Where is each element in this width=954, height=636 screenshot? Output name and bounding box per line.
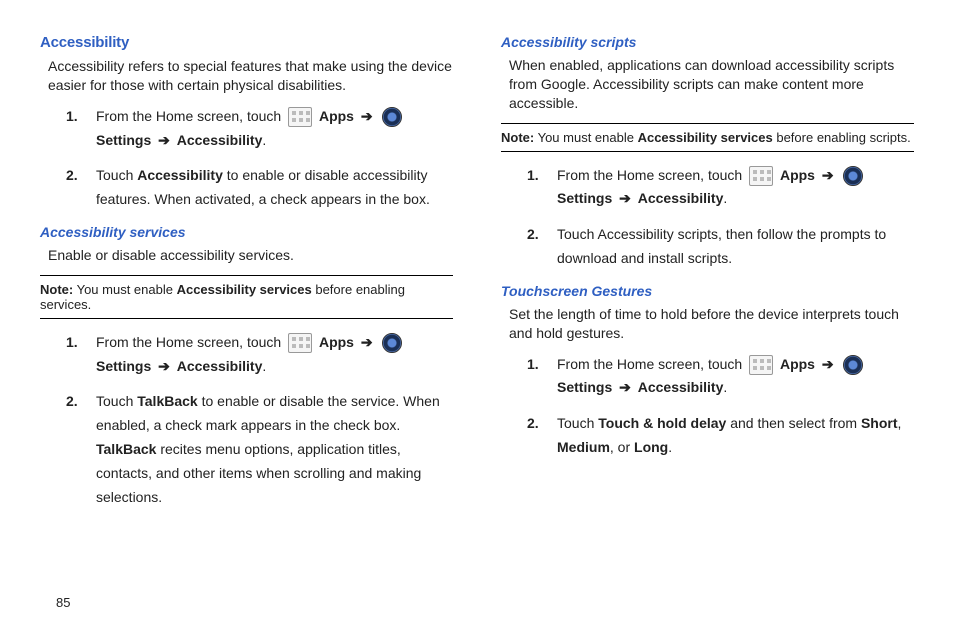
dest-label: Accessibility [638, 190, 724, 206]
gestures-intro: Set the length of time to hold before th… [501, 305, 914, 343]
apps-label: Apps [319, 108, 354, 124]
period: . [723, 379, 727, 395]
heading-gestures: Touchscreen Gestures [501, 283, 914, 299]
arrow-icon: ➔ [358, 334, 376, 350]
t: Touch [557, 415, 598, 431]
intro-text: Accessibility refers to special features… [40, 57, 453, 95]
t: , or [610, 439, 634, 455]
step-text: From the Home screen, touch [557, 167, 746, 183]
step-text: From the Home screen, touch [557, 356, 746, 372]
manual-page: Accessibility Accessibility refers to sp… [0, 0, 954, 636]
b: Short [861, 415, 898, 431]
b: Medium [557, 439, 610, 455]
arrow-icon: ➔ [616, 379, 634, 395]
dest-label: Accessibility [638, 379, 724, 395]
b: Accessibility [137, 167, 223, 183]
steps-scripts: From the Home screen, touch Apps ➔ Setti… [501, 164, 914, 271]
period: . [723, 190, 727, 206]
note-services: Note: You must enable Accessibility serv… [40, 275, 453, 319]
b: Long [634, 439, 668, 455]
t: , [898, 415, 902, 431]
arrow-icon: ➔ [819, 167, 837, 183]
step-1: From the Home screen, touch Apps ➔ Setti… [527, 353, 914, 401]
scripts-intro: When enabled, applications can download … [501, 56, 914, 113]
b: TalkBack [96, 441, 156, 457]
t: . [668, 439, 672, 455]
arrow-icon: ➔ [616, 190, 634, 206]
period: . [262, 132, 266, 148]
apps-icon [749, 355, 773, 375]
apps-label: Apps [319, 334, 354, 350]
t: Touch [96, 167, 137, 183]
apps-icon [288, 107, 312, 127]
page-number: 85 [56, 595, 70, 610]
t: You must enable [534, 130, 637, 145]
t: Touch Accessibility scripts, then follow… [557, 226, 886, 266]
b: Touch & hold delay [598, 415, 726, 431]
note-label: Note: [501, 130, 534, 145]
heading-scripts: Accessibility scripts [501, 34, 914, 50]
heading-services: Accessibility services [40, 224, 453, 240]
arrow-icon: ➔ [358, 108, 376, 124]
settings-icon [382, 333, 402, 353]
steps-accessibility: From the Home screen, touch Apps ➔ Setti… [40, 105, 453, 212]
apps-icon [288, 333, 312, 353]
step-text: From the Home screen, touch [96, 108, 285, 124]
t: and then select from [726, 415, 861, 431]
settings-label: Settings [96, 358, 151, 374]
step-1: From the Home screen, touch Apps ➔ Setti… [66, 331, 453, 379]
apps-label: Apps [780, 167, 815, 183]
right-column: Accessibility scripts When enabled, appl… [501, 34, 914, 521]
settings-label: Settings [96, 132, 151, 148]
note-label: Note: [40, 282, 73, 297]
dest-label: Accessibility [177, 132, 263, 148]
step-text: From the Home screen, touch [96, 334, 285, 350]
period: . [262, 358, 266, 374]
step-2: Touch TalkBack to enable or disable the … [66, 390, 453, 509]
arrow-icon: ➔ [819, 356, 837, 372]
step-2: Touch Accessibility to enable or disable… [66, 164, 453, 212]
step-2: Touch Accessibility scripts, then follow… [527, 223, 914, 271]
arrow-icon: ➔ [155, 358, 173, 374]
b: Accessibility services [638, 130, 773, 145]
step-1: From the Home screen, touch Apps ➔ Setti… [66, 105, 453, 153]
dest-label: Accessibility [177, 358, 263, 374]
step-2: Touch Touch & hold delay and then select… [527, 412, 914, 460]
heading-accessibility: Accessibility [40, 34, 453, 51]
t: Touch [96, 393, 137, 409]
settings-icon [382, 107, 402, 127]
settings-label: Settings [557, 379, 612, 395]
steps-services: From the Home screen, touch Apps ➔ Setti… [40, 331, 453, 510]
settings-icon [843, 355, 863, 375]
settings-label: Settings [557, 190, 612, 206]
settings-icon [843, 166, 863, 186]
left-column: Accessibility Accessibility refers to sp… [40, 34, 453, 521]
columns: Accessibility Accessibility refers to sp… [40, 34, 914, 521]
apps-label: Apps [780, 356, 815, 372]
services-intro: Enable or disable accessibility services… [40, 246, 453, 265]
b: TalkBack [137, 393, 197, 409]
b: Accessibility services [177, 282, 312, 297]
t: You must enable [73, 282, 176, 297]
arrow-icon: ➔ [155, 132, 173, 148]
apps-icon [749, 166, 773, 186]
t: before enabling scripts. [773, 130, 911, 145]
step-1: From the Home screen, touch Apps ➔ Setti… [527, 164, 914, 212]
note-scripts: Note: You must enable Accessibility serv… [501, 123, 914, 152]
steps-gestures: From the Home screen, touch Apps ➔ Setti… [501, 353, 914, 460]
